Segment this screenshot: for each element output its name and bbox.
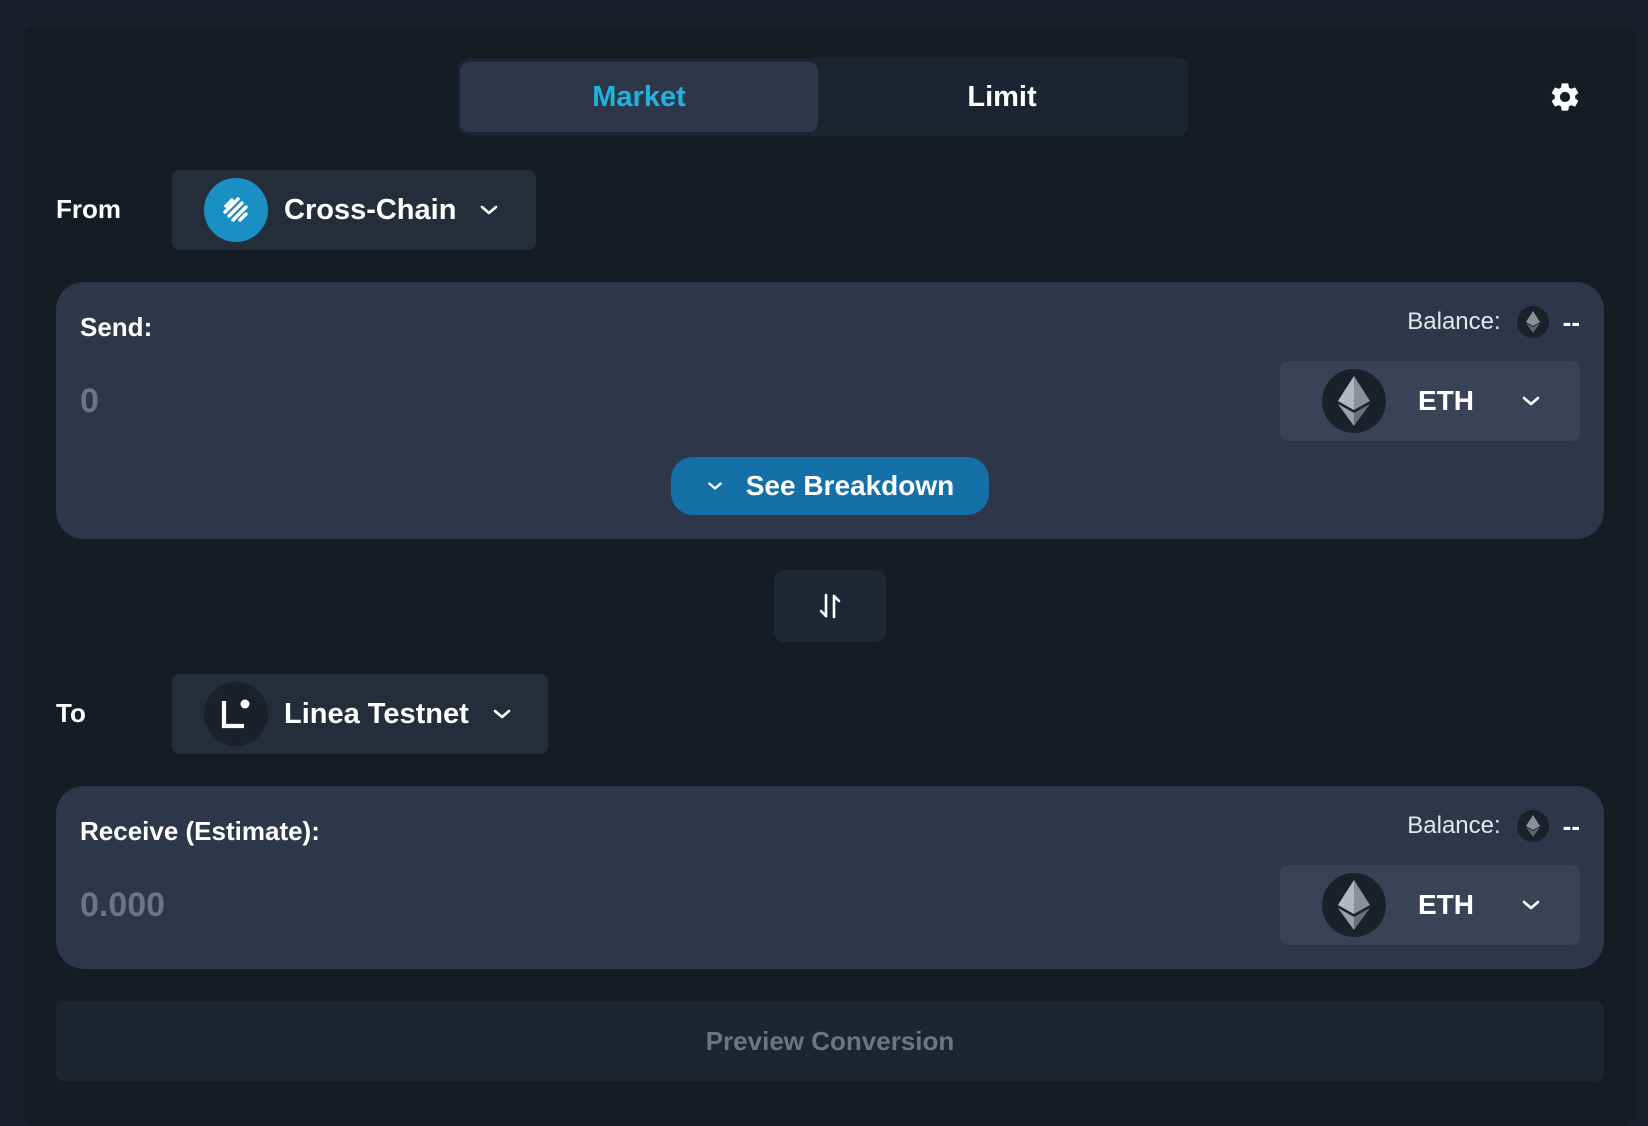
balance-label: Balance:: [1407, 812, 1501, 839]
see-breakdown-label: See Breakdown: [745, 470, 955, 501]
receive-balance: Balance: --: [1407, 810, 1580, 842]
chevron-down-icon: [1522, 396, 1540, 406]
ethereum-icon: [1322, 369, 1386, 433]
send-panel: Send: Balance: -- 0 ETH See Breakdown: [56, 282, 1604, 539]
send-title: Send:: [80, 312, 153, 342]
receive-title: Receive (Estimate):: [80, 816, 320, 846]
ethereum-icon: [1516, 810, 1549, 842]
receive-panel: Receive (Estimate): Balance: -- 0.000 ET…: [56, 786, 1604, 969]
ethereum-icon: [1322, 873, 1386, 937]
balance-value: --: [1562, 810, 1580, 841]
gear-icon[interactable]: [1548, 80, 1582, 114]
to-chain-select[interactable]: Linea Testnet: [172, 674, 548, 754]
from-chain-name: Cross-Chain: [284, 193, 457, 226]
send-balance: Balance: --: [1407, 306, 1580, 338]
see-breakdown-button[interactable]: See Breakdown: [671, 457, 989, 515]
chevron-down-icon: [1522, 900, 1540, 910]
chevron-down-icon: [481, 205, 498, 215]
linea-logo-icon: [204, 682, 268, 746]
tab-limit[interactable]: Limit: [820, 62, 1184, 132]
to-label: To: [56, 698, 86, 728]
send-amount-input[interactable]: 0: [80, 382, 99, 421]
balance-value: --: [1562, 306, 1580, 337]
balance-label: Balance:: [1407, 308, 1501, 335]
order-type-tabs: Market Limit: [458, 58, 1188, 136]
send-token-select[interactable]: ETH: [1280, 361, 1580, 441]
tab-market[interactable]: Market: [460, 62, 818, 132]
from-chain-select[interactable]: Cross-Chain: [172, 170, 536, 250]
ethereum-icon: [1516, 306, 1549, 338]
chevron-down-icon: [493, 709, 511, 719]
swap-arrows-icon: [819, 593, 841, 619]
to-chain-name: Linea Testnet: [284, 697, 469, 730]
receive-token-select[interactable]: ETH: [1280, 865, 1580, 945]
cross-chain-logo-icon: [204, 178, 268, 242]
send-token-name: ETH: [1418, 385, 1474, 416]
from-label: From: [56, 194, 121, 224]
receive-token-name: ETH: [1418, 889, 1474, 920]
swap-direction-button[interactable]: [774, 570, 886, 642]
preview-conversion-button[interactable]: Preview Conversion: [56, 1001, 1604, 1081]
receive-amount: 0.000: [80, 886, 166, 924]
chevron-down-icon: [707, 482, 722, 490]
